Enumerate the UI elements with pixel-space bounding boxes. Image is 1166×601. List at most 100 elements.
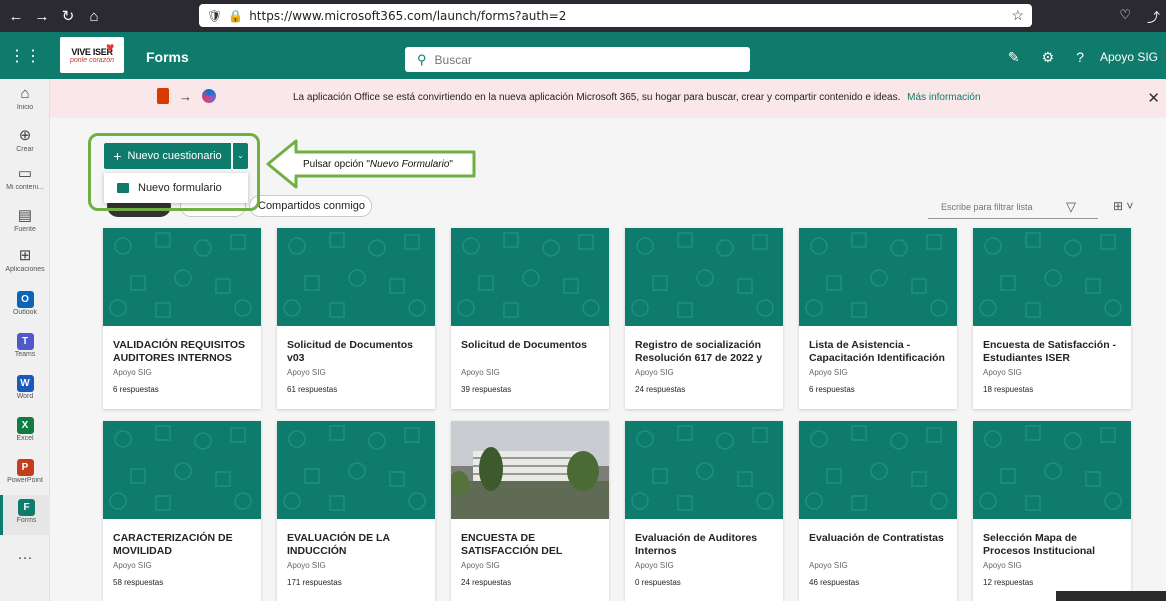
form-card[interactable]: CARACTERIZACIÓN DE MOVILIDAD Apoyo SIG 5… [103, 421, 261, 601]
view-grid-icon[interactable]: ⊞ ˅ [1113, 199, 1133, 213]
card-owner: Apoyo SIG [983, 368, 1022, 377]
pattern-decoration [457, 232, 600, 318]
browser-extra-icons: ♡ ⤴ [1119, 7, 1160, 26]
pattern-shape [1025, 495, 1041, 511]
pattern-decoration [805, 232, 948, 318]
banner-icons: → [157, 88, 216, 104]
form-card[interactable]: EVALUACIÓN DE LA INDUCCIÓN Apoyo SIG 171… [277, 421, 435, 601]
rail-item-fuente[interactable]: ▤ Fuente [0, 207, 50, 233]
rail-item-excel[interactable]: X Excel [0, 417, 50, 442]
pattern-shape [109, 492, 127, 510]
home-browser-icon[interactable]: ⌂ [84, 8, 104, 25]
rail-label: Word [16, 393, 34, 400]
form-card[interactable]: Lista de Asistencia - Capacitación Ident… [799, 228, 957, 409]
org-logo[interactable]: VIVE ISER ponle corazón ♥ [60, 37, 124, 73]
search-icon: ⚲ [417, 51, 427, 67]
card-responses: 6 respuestas [113, 385, 159, 394]
card-thumbnail [103, 228, 261, 326]
pattern-shape [984, 237, 1002, 255]
form-card[interactable]: Solicitud de Documentos Apoyo SIG 39 res… [451, 228, 609, 409]
filter-pill-shared[interactable]: Compartidos conmigo [249, 195, 372, 217]
pattern-shape [174, 462, 192, 480]
rail-item-powerpoint[interactable]: P PowerPoint [0, 459, 50, 484]
filter-input[interactable] [928, 201, 1058, 212]
pattern-shape [911, 471, 927, 487]
reload-icon[interactable]: ↻ [58, 7, 78, 25]
rail-item-crear[interactable]: ⊕ Crear [0, 127, 50, 153]
powerpoint-icon: P [16, 459, 34, 476]
rail-item-outlook[interactable]: O Outlook [0, 291, 50, 316]
form-card[interactable]: Selección Mapa de Procesos Institucional… [973, 421, 1131, 601]
pattern-shape [368, 239, 386, 257]
pattern-shape [348, 462, 366, 480]
card-owner: Apoyo SIG [461, 561, 500, 570]
outlook-icon: O [16, 291, 34, 308]
rail-item-inicio[interactable]: ⌂ Inicio [0, 85, 50, 111]
banner-more-info-link[interactable]: Más información [907, 92, 980, 103]
pattern-shape [851, 425, 867, 441]
rail-item-mi-contenido[interactable]: ▭ Mi conteni... [0, 165, 50, 191]
settings-gear-icon[interactable]: ⚙ [1042, 49, 1055, 66]
pattern-shape [1104, 492, 1122, 510]
bookmark-star-icon[interactable]: ☆ [1011, 7, 1024, 24]
highlight-annotation [88, 133, 260, 211]
form-card[interactable]: ENCUESTA DE SATISFACCIÓN DEL Apoyo SIG 2… [451, 421, 609, 601]
more-icon: ··· [17, 549, 33, 566]
office-logo-icon [157, 88, 169, 104]
form-card[interactable]: VALIDACIÓN REQUISITOS AUDITORES INTERNOS… [103, 228, 261, 409]
close-icon[interactable]: ✕ [1147, 89, 1160, 107]
pattern-shape [155, 495, 171, 511]
card-title: Solicitud de Documentos [461, 339, 588, 351]
pattern-shape [716, 239, 734, 257]
card-responses: 58 respuestas [113, 578, 164, 587]
card-thumbnail [103, 421, 261, 519]
pattern-shape [677, 495, 693, 511]
pattern-shape [542, 239, 560, 257]
home-icon: ⌂ [20, 85, 30, 102]
pattern-shape [288, 430, 306, 448]
rail-item-teams[interactable]: T Teams [0, 333, 50, 358]
user-account[interactable]: Apoyo SIG [1100, 50, 1158, 64]
pattern-shape [283, 299, 301, 317]
feed-icon: ▤ [17, 207, 33, 224]
lock-icon: 🔒 [228, 8, 244, 23]
rail-label: Teams [14, 351, 36, 358]
pattern-shape [752, 234, 768, 250]
pattern-shape [1044, 462, 1062, 480]
search-input[interactable] [434, 52, 715, 67]
pattern-shape [503, 302, 519, 318]
rail-item-word[interactable]: W Word [0, 375, 50, 400]
rail-item-more[interactable]: ··· [0, 549, 50, 567]
pattern-shape [1025, 302, 1041, 318]
extensions-icon[interactable]: ⤴ [1147, 7, 1160, 26]
app-title[interactable]: Forms [146, 49, 189, 65]
form-card[interactable]: Encuesta de Satisfacción - Estudiantes I… [973, 228, 1131, 409]
address-bar[interactable]: 🛡 🔒 https://www.microsoft365.com/launch/… [199, 4, 1032, 27]
form-card[interactable]: Evaluación de Contratistas Apoyo SIG 46 … [799, 421, 957, 601]
card-responses: 46 respuestas [809, 578, 860, 587]
feedback-icon[interactable]: ✎ [1008, 49, 1020, 66]
forward-icon[interactable]: → [32, 8, 52, 25]
form-card[interactable]: Registro de socialización Resolución 617… [625, 228, 783, 409]
rail-item-forms[interactable]: F Forms [0, 495, 50, 535]
app-launcher-icon[interactable]: ⋮⋮ [0, 46, 50, 66]
rail-item-aplicaciones[interactable]: ⊞ Aplicaciones [0, 247, 50, 273]
pattern-shape [478, 275, 494, 291]
back-icon[interactable]: ← [6, 8, 26, 25]
card-owner: Apoyo SIG [461, 368, 500, 377]
card-photo-thumbnail [451, 421, 609, 519]
pattern-shape [677, 425, 693, 441]
pocket-icon[interactable]: ♡ [1119, 7, 1131, 26]
card-responses: 61 respuestas [287, 385, 338, 394]
form-card[interactable]: Evaluación de Auditores Internos Apoyo S… [625, 421, 783, 601]
pattern-shape [462, 237, 480, 255]
search-box[interactable]: ⚲ [405, 47, 750, 72]
pattern-shape [288, 237, 306, 255]
filter-funnel-icon[interactable]: ▽ [1066, 199, 1076, 215]
form-card[interactable]: Solicitud de Documentos v03 Apoyo SIG 61… [277, 228, 435, 409]
help-icon[interactable]: ? [1076, 49, 1084, 66]
word-icon: W [16, 375, 34, 392]
teams-icon: T [16, 333, 34, 350]
feedback-chip[interactable] [1056, 591, 1166, 601]
pattern-shape [109, 299, 127, 317]
